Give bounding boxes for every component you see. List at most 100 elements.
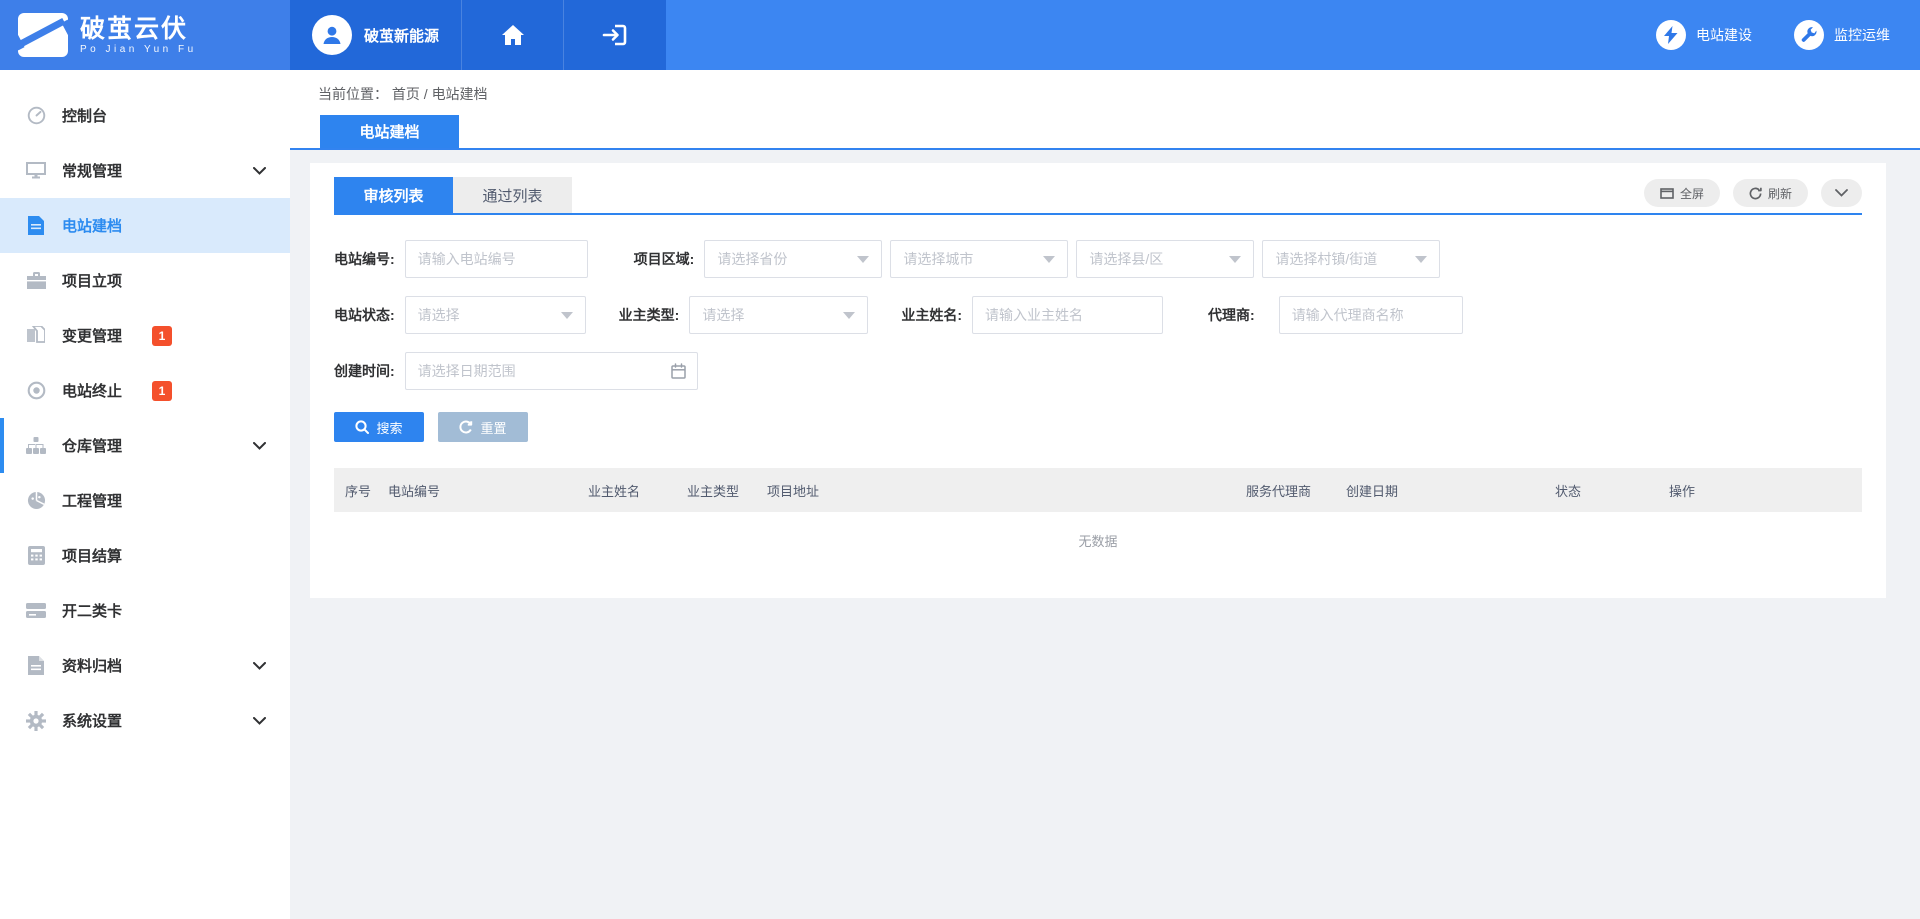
village-select[interactable]: 请选择村镇/街道 (1262, 240, 1440, 278)
refresh-icon (1749, 187, 1762, 200)
badge-count: 1 (152, 381, 172, 401)
owner-name-input[interactable] (972, 296, 1163, 334)
logo-title: 破茧云伏 (80, 16, 197, 42)
breadcrumb-bar: 当前位置： 首页 / 电站建档 电站建档 (290, 70, 1920, 150)
date-range-picker[interactable] (405, 352, 698, 390)
col-project-address: 项目地址 (767, 481, 1246, 500)
breadcrumb-home[interactable]: 首页 (392, 86, 420, 102)
caret-down-icon (1229, 256, 1241, 263)
col-actions: 操作 (1669, 481, 1862, 500)
reset-button[interactable]: 重置 (438, 412, 528, 442)
breadcrumb-separator: / (424, 86, 432, 102)
logout-button[interactable] (564, 0, 666, 70)
county-select[interactable]: 请选择县/区 (1076, 240, 1254, 278)
lightning-icon (1664, 26, 1678, 44)
sitemap-icon (26, 437, 46, 455)
sidebar-item-system-settings[interactable]: 系统设置 (0, 693, 290, 748)
sidebar-item-station-termination[interactable]: 电站终止 1 (0, 363, 290, 418)
logo-icon (18, 13, 68, 57)
gear-icon (26, 711, 46, 731)
home-button[interactable] (462, 0, 564, 70)
sidebar-item-data-archive[interactable]: 资料归档 (0, 638, 290, 693)
sidebar-item-warehouse-mgmt[interactable]: 仓库管理 (0, 418, 290, 473)
caret-down-icon (857, 256, 869, 263)
owner-type-label: 业主类型: (619, 305, 680, 325)
refresh-button[interactable]: 刷新 (1733, 179, 1808, 207)
owner-name-label: 业主姓名: (901, 305, 962, 325)
briefcase-icon (26, 272, 46, 289)
col-station-code: 电站编号 (388, 481, 588, 500)
main-area: 当前位置： 首页 / 电站建档 电站建档 审核列表 通过列表 (290, 70, 1920, 919)
tab-passed-list[interactable]: 通过列表 (453, 177, 572, 213)
wrench-icon (1801, 27, 1817, 43)
created-time-label: 创建时间: (334, 361, 395, 381)
active-stripe (0, 418, 4, 473)
user-icon (320, 23, 344, 47)
home-icon (501, 24, 525, 46)
station-status-select[interactable]: 请选择 (405, 296, 586, 334)
caret-down-icon (1043, 256, 1055, 263)
filter-actions: 搜索 重置 (334, 412, 1862, 442)
nav-monitor-ops[interactable]: 监控运维 (1794, 20, 1890, 50)
station-code-input[interactable] (405, 240, 588, 278)
col-owner-type: 业主类型 (687, 481, 767, 500)
nav-monitor-ops-label: 监控运维 (1834, 25, 1890, 45)
badge-count: 1 (152, 326, 172, 346)
fullscreen-icon (1660, 188, 1674, 199)
sidebar-item-console[interactable]: 控制台 (0, 88, 290, 143)
province-select[interactable]: 请选择省份 (704, 240, 882, 278)
filter-row-2: 电站状态: 请选择 业主类型: 请选择 业主姓名: 代理商: (334, 296, 1862, 334)
sidebar-item-project-settlement[interactable]: 项目结算 (0, 528, 290, 583)
filter-form: 电站编号: 项目区域: 请选择省份 请选择城市 请选择县/区 (334, 215, 1862, 442)
avatar (312, 15, 352, 55)
owner-type-select[interactable]: 请选择 (689, 296, 868, 334)
caret-down-icon (561, 312, 573, 319)
date-range-input[interactable] (405, 352, 698, 390)
lightning-circle (1656, 20, 1686, 50)
search-button[interactable]: 搜索 (334, 412, 424, 442)
col-owner-name: 业主姓名 (588, 481, 687, 500)
breadcrumb: 当前位置： 首页 / 电站建档 (318, 84, 488, 104)
station-code-label: 电站编号: (334, 249, 395, 269)
nav-station-build[interactable]: 电站建设 (1656, 20, 1752, 50)
topbar-spacer (666, 0, 1656, 70)
wrench-circle (1794, 20, 1824, 50)
station-status-label: 电站状态: (334, 305, 395, 325)
agent-input[interactable] (1279, 296, 1463, 334)
collapse-button[interactable] (1821, 179, 1862, 207)
chevron-down-icon (253, 662, 266, 670)
calculator-icon (26, 546, 46, 565)
breadcrumb-prefix: 当前位置： (318, 86, 388, 102)
copy-icon (26, 326, 46, 345)
filter-row-1: 电站编号: 项目区域: 请选择省份 请选择城市 请选择县/区 (334, 240, 1862, 278)
sidebar: 控制台 常规管理 电站建档 (0, 70, 290, 919)
panel-card: 审核列表 通过列表 全屏 (310, 163, 1886, 598)
table-header: 序号 电站编号 业主姓名 业主类型 项目地址 服务代理商 创建日期 状态 操作 (334, 468, 1862, 512)
breadcrumb-current: 电站建档 (432, 86, 488, 102)
sidebar-item-open-type2-card[interactable]: 开二类卡 (0, 583, 290, 638)
page-tab-station-filing[interactable]: 电站建档 (320, 115, 459, 148)
archive-doc-icon (26, 656, 46, 675)
sidebar-item-project-initiation[interactable]: 项目立项 (0, 253, 290, 308)
chevron-down-icon (1835, 189, 1848, 197)
gauge-icon (26, 106, 46, 125)
city-select[interactable]: 请选择城市 (890, 240, 1068, 278)
sidebar-item-station-filing[interactable]: 电站建档 (0, 198, 290, 253)
sidebar-item-change-mgmt[interactable]: 变更管理 1 (0, 308, 290, 363)
sidebar-item-general-mgmt[interactable]: 常规管理 (0, 143, 290, 198)
target-icon (26, 381, 46, 400)
tab-review-list[interactable]: 审核列表 (334, 177, 453, 213)
empty-text: 无数据 (1078, 531, 1117, 550)
user-menu[interactable]: 破茧新能源 (290, 0, 462, 70)
agent-label: 代理商: (1208, 305, 1255, 325)
document-icon (26, 216, 46, 235)
sidebar-item-engineering-mgmt[interactable]: 工程管理 (0, 473, 290, 528)
company-name: 破茧新能源 (364, 25, 439, 46)
chevron-down-icon (253, 717, 266, 725)
pie-chart-icon (26, 491, 46, 510)
search-icon (355, 420, 369, 434)
logo-subtitle: Po Jian Yun Fu (80, 44, 197, 55)
card-icon (26, 603, 46, 618)
fullscreen-button[interactable]: 全屏 (1644, 179, 1720, 207)
chevron-down-icon (253, 442, 266, 450)
